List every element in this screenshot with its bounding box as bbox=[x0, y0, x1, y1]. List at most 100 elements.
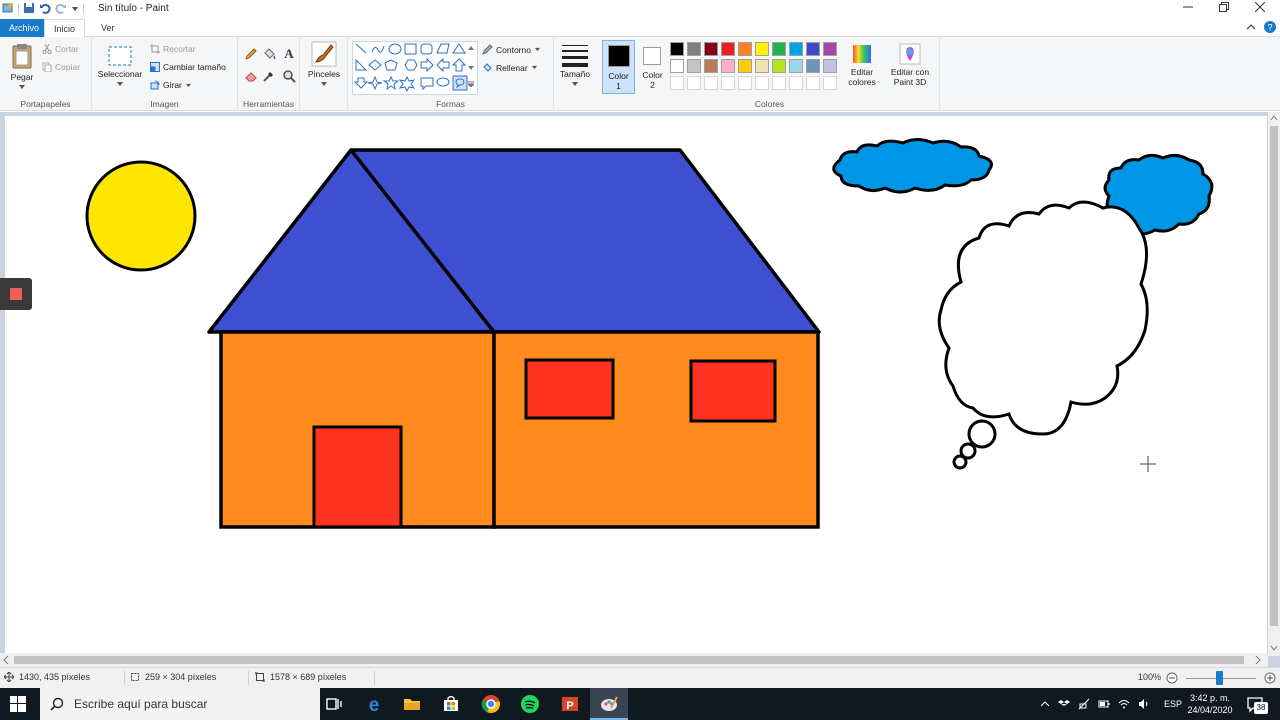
shapes-scroll-up-icon[interactable] bbox=[468, 43, 474, 53]
vertical-scroll-thumb[interactable] bbox=[1270, 126, 1278, 626]
brushes-button[interactable]: Pinceles bbox=[304, 41, 344, 89]
shapes-more-icon[interactable] bbox=[466, 79, 476, 89]
palette-swatch[interactable] bbox=[823, 59, 837, 73]
zoom-out-button[interactable] bbox=[1166, 672, 1178, 686]
shapes-gallery[interactable] bbox=[352, 41, 478, 95]
size-button[interactable]: Tamaño bbox=[556, 43, 594, 89]
magnifier-icon[interactable] bbox=[282, 69, 296, 85]
palette-swatch[interactable] bbox=[789, 59, 803, 73]
palette-empty-swatch[interactable] bbox=[704, 76, 718, 90]
palette-empty-swatch[interactable] bbox=[738, 76, 752, 90]
color2-button[interactable]: Color 2 bbox=[636, 40, 669, 94]
palette-swatch[interactable] bbox=[823, 42, 837, 56]
cut-label: Cortar bbox=[55, 44, 79, 54]
chrome-icon[interactable] bbox=[481, 694, 501, 714]
palette-swatch[interactable] bbox=[704, 59, 718, 73]
pencil-icon[interactable] bbox=[244, 47, 258, 63]
shapes-scroll-down-icon[interactable] bbox=[468, 63, 474, 73]
color1-button[interactable]: Color 1 bbox=[602, 40, 635, 94]
save-icon[interactable] bbox=[23, 2, 35, 16]
help-icon[interactable]: ? bbox=[1264, 21, 1276, 35]
zoom-in-button[interactable] bbox=[1264, 672, 1276, 686]
maximize-button[interactable] bbox=[1206, 0, 1242, 18]
palette-swatch[interactable] bbox=[772, 42, 786, 56]
windows-start-icon[interactable] bbox=[10, 696, 26, 714]
edit-paint3d-button[interactable]: Editar con Paint 3D bbox=[884, 43, 936, 87]
palette-swatch[interactable] bbox=[806, 59, 820, 73]
eraser-icon[interactable] bbox=[244, 69, 258, 85]
palette-empty-swatch[interactable] bbox=[670, 76, 684, 90]
vertical-scrollbar[interactable] bbox=[1268, 112, 1280, 656]
minimize-button[interactable] bbox=[1170, 0, 1206, 18]
powerpoint-icon[interactable]: P bbox=[560, 694, 580, 714]
palette-swatch[interactable] bbox=[687, 59, 701, 73]
taskbar-search-box[interactable]: Escribe aquí para buscar bbox=[40, 688, 320, 720]
palette-swatch[interactable] bbox=[670, 42, 684, 56]
tab-view[interactable]: Ver bbox=[92, 19, 124, 37]
collapse-ribbon-icon[interactable] bbox=[1246, 22, 1256, 34]
palette-empty-swatch[interactable] bbox=[721, 76, 735, 90]
crop-button[interactable]: Recortar bbox=[150, 44, 196, 54]
microsoft-store-icon[interactable] bbox=[441, 694, 461, 714]
copy-button[interactable]: Copiar bbox=[42, 62, 80, 72]
language-indicator[interactable]: ESP bbox=[1164, 699, 1182, 709]
status-bar: 1430, 435 píxeles 259 × 304 píxeles 1578… bbox=[0, 667, 1280, 688]
edit-colors-button[interactable]: Editar colores bbox=[844, 43, 880, 87]
battery-icon[interactable] bbox=[1098, 698, 1110, 710]
palette-swatch[interactable] bbox=[755, 42, 769, 56]
redo-icon[interactable] bbox=[55, 2, 67, 16]
task-view-icon[interactable] bbox=[324, 694, 344, 714]
spotify-icon[interactable] bbox=[520, 694, 540, 714]
canvas-area bbox=[0, 112, 1280, 667]
palette-empty-swatch[interactable] bbox=[806, 76, 820, 90]
palette-empty-swatch[interactable] bbox=[687, 76, 701, 90]
status-separator bbox=[374, 671, 375, 685]
edge-browser-icon[interactable]: e bbox=[364, 694, 384, 716]
undo-icon[interactable] bbox=[39, 2, 51, 16]
outline-button[interactable]: Contorno bbox=[482, 44, 541, 55]
tab-home[interactable]: Inicio bbox=[44, 19, 86, 38]
drawing-canvas[interactable] bbox=[5, 116, 1267, 653]
palette-swatch[interactable] bbox=[755, 59, 769, 73]
line-width-icon bbox=[562, 45, 588, 67]
network-disconnected-icon[interactable] bbox=[1078, 698, 1090, 710]
wifi-icon[interactable] bbox=[1118, 698, 1130, 710]
horizontal-scroll-thumb[interactable] bbox=[14, 656, 1244, 664]
volume-icon[interactable] bbox=[1138, 698, 1150, 710]
palette-swatch[interactable] bbox=[721, 42, 735, 56]
palette-swatch[interactable] bbox=[738, 42, 752, 56]
palette-empty-swatch[interactable] bbox=[772, 76, 786, 90]
palette-swatch[interactable] bbox=[738, 59, 752, 73]
dropbox-icon[interactable] bbox=[1058, 698, 1070, 710]
clock[interactable]: 3:42 p. m. 24/04/2020 bbox=[1184, 688, 1236, 720]
palette-swatch[interactable] bbox=[789, 42, 803, 56]
recording-indicator[interactable] bbox=[0, 278, 32, 310]
palette-swatch[interactable] bbox=[704, 42, 718, 56]
palette-empty-swatch[interactable] bbox=[755, 76, 769, 90]
palette-empty-swatch[interactable] bbox=[789, 76, 803, 90]
horizontal-scrollbar[interactable] bbox=[0, 653, 1268, 667]
palette-swatch[interactable] bbox=[670, 59, 684, 73]
cut-button[interactable]: Cortar bbox=[42, 44, 79, 54]
chevron-up-icon[interactable] bbox=[1040, 699, 1050, 709]
customize-qat-icon[interactable] bbox=[71, 2, 79, 16]
paste-button[interactable]: Pegar bbox=[6, 42, 38, 92]
color-picker-icon[interactable] bbox=[262, 69, 276, 85]
file-explorer-icon[interactable] bbox=[402, 694, 422, 714]
tab-file[interactable]: Archivo bbox=[0, 19, 49, 37]
resize-button[interactable]: Cambiar tamaño bbox=[150, 62, 226, 72]
palette-swatch[interactable] bbox=[772, 59, 786, 73]
palette-swatch[interactable] bbox=[721, 59, 735, 73]
fill-button[interactable]: Rellenar bbox=[482, 62, 538, 73]
fill-bucket-icon[interactable] bbox=[262, 47, 276, 63]
text-tool-icon[interactable]: A bbox=[282, 46, 296, 62]
rotate-button[interactable]: Girar bbox=[150, 80, 192, 90]
close-button[interactable] bbox=[1242, 0, 1278, 18]
zoom-slider-thumb[interactable] bbox=[1216, 671, 1223, 685]
palette-swatch[interactable] bbox=[687, 42, 701, 56]
palette-swatch[interactable] bbox=[806, 42, 820, 56]
palette-empty-swatch[interactable] bbox=[823, 76, 837, 90]
edit-paint3d-label-1: Editar con bbox=[890, 67, 930, 77]
select-button[interactable]: Seleccionar bbox=[94, 45, 146, 89]
paint-taskbar-button[interactable] bbox=[590, 688, 628, 720]
